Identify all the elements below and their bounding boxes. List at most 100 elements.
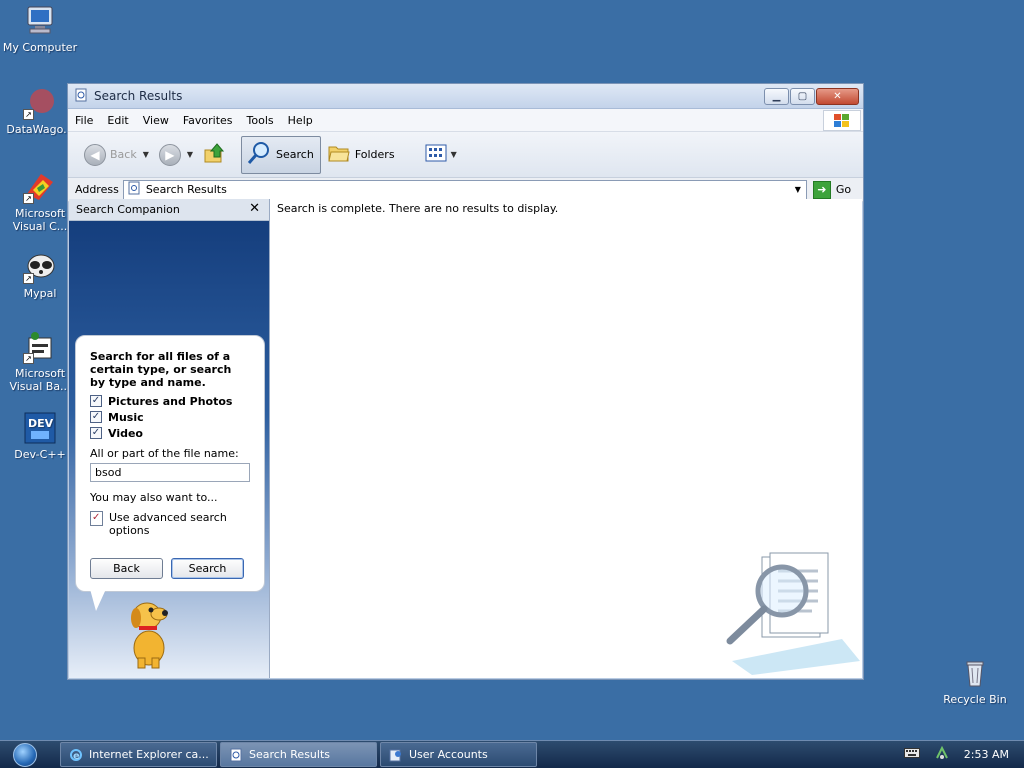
option-music-checkbox[interactable]: ✓ Music: [90, 409, 250, 425]
menu-favorites[interactable]: Favorites: [176, 114, 240, 127]
advanced-search-link[interactable]: Use advanced search options: [90, 511, 250, 537]
views-icon: [425, 144, 447, 165]
close-pane-icon[interactable]: ✕: [249, 201, 260, 216]
system-tray: 2:53 AM: [903, 745, 1024, 764]
address-dropdown-icon[interactable]: ▼: [790, 181, 806, 199]
mypal-raccoon-icon: ↗: [23, 250, 57, 284]
desktop-icon-label: Recycle Bin: [943, 693, 1007, 706]
desktop-icon-label: Microsoft Visual C...: [12, 207, 68, 233]
content-area: Search Companion ✕ Search for all files …: [69, 199, 862, 678]
start-orb-icon: [13, 742, 37, 767]
task-internet-explorer[interactable]: e Internet Explorer ca...: [60, 742, 217, 767]
task-user-accounts[interactable]: User Accounts: [380, 742, 537, 767]
go-button[interactable]: ➜ Go: [812, 180, 852, 199]
address-value: Search Results: [145, 183, 227, 196]
up-folder-icon: [203, 141, 227, 168]
search-illustration-icon: [722, 551, 862, 676]
search-companion-pane: Search Companion ✕ Search for all files …: [69, 199, 270, 678]
views-dropdown-icon: ▼: [450, 150, 457, 159]
desktop: My Computer ↗ DataWago... ↗ Microsoft Vi…: [0, 0, 1024, 740]
clock[interactable]: 2:53 AM: [964, 748, 1009, 761]
window-icon: [74, 88, 88, 105]
search-magnifier-icon: [246, 140, 272, 169]
search-dog-icon[interactable]: [121, 596, 177, 670]
desktop-icon-my-computer[interactable]: My Computer: [0, 4, 80, 54]
desktop-icon-label: DataWago...: [6, 123, 74, 136]
address-label: Address: [75, 183, 119, 196]
start-button[interactable]: [0, 741, 50, 768]
folders-icon: [327, 142, 351, 167]
back-dropdown-icon[interactable]: ▼: [143, 150, 149, 159]
search-toolbar-label: Search: [276, 148, 314, 161]
search-balloon: Search for all files of a certain type, …: [75, 335, 265, 611]
close-button[interactable]: ✕: [816, 87, 859, 105]
task-label: Internet Explorer ca...: [89, 748, 209, 761]
window-titlebar[interactable]: Search Results ▁ ▢ ✕: [68, 84, 863, 109]
address-field[interactable]: Search Results ▼: [122, 179, 807, 200]
visual-basic-icon: ↗: [23, 330, 57, 364]
minimize-button[interactable]: ▁: [764, 87, 789, 105]
shortcut-arrow-icon: ↗: [23, 273, 34, 284]
menu-edit[interactable]: Edit: [100, 114, 135, 127]
companion-search-button[interactable]: Search: [171, 558, 244, 579]
menu-bar: File Edit View Favorites Tools Help: [68, 109, 863, 132]
visual-cpp-icon: ↗: [23, 170, 57, 204]
user-accounts-icon: [389, 748, 403, 762]
up-folder-button[interactable]: [199, 136, 231, 174]
task-search-results[interactable]: Search Results: [220, 742, 377, 767]
search-companion-title: Search Companion: [76, 203, 180, 216]
menu-help[interactable]: Help: [281, 114, 320, 127]
also-want-text: You may also want to...: [90, 491, 218, 504]
option-label: Video: [108, 426, 143, 440]
keyboard-icon[interactable]: [903, 748, 920, 761]
search-companion-header: Search Companion ✕: [69, 199, 269, 221]
task-label: User Accounts: [409, 748, 488, 761]
desktop-icon-recycle-bin[interactable]: Recycle Bin: [935, 656, 1015, 706]
internet-explorer-icon: e: [69, 748, 83, 762]
folders-button[interactable]: Folders: [323, 136, 399, 174]
forward-arrow-icon: ▶: [158, 143, 181, 166]
back-label: Back: [110, 148, 137, 161]
folders-label: Folders: [354, 148, 395, 161]
network-icon[interactable]: [934, 745, 950, 764]
standard-toolbar: ◀ Back ▼ ▶ ▼ Search Folders ▼: [68, 132, 863, 178]
menu-tools[interactable]: Tools: [240, 114, 281, 127]
minimize-icon: ▁: [772, 90, 781, 102]
checkbox-checked-icon: ✓: [90, 427, 102, 439]
forward-dropdown-icon[interactable]: ▼: [187, 150, 193, 159]
search-results-window-icon: [229, 748, 243, 762]
desktop-icon-label: Mypal: [23, 287, 57, 300]
views-button[interactable]: ▼: [421, 136, 461, 174]
svg-text:e: e: [73, 751, 80, 762]
close-icon: ✕: [833, 90, 842, 102]
option-label: Music: [108, 410, 144, 424]
go-arrow-icon: ➜: [812, 180, 831, 199]
filename-input[interactable]: bsod: [90, 463, 250, 482]
advanced-search-label: Use advanced search options: [109, 511, 227, 537]
option-pictures-checkbox[interactable]: ✓ Pictures and Photos: [90, 393, 250, 409]
option-video-checkbox[interactable]: ✓ Video: [90, 425, 250, 441]
desktop-icon-label: Microsoft Visual Ba...: [9, 367, 71, 393]
results-pane: Search is complete. There are no results…: [270, 199, 862, 678]
companion-back-button[interactable]: Back: [90, 558, 163, 579]
maximize-button[interactable]: ▢: [790, 87, 815, 105]
shortcut-arrow-icon: ↗: [23, 353, 34, 364]
maximize-icon: ▢: [797, 90, 808, 102]
menu-view[interactable]: View: [136, 114, 176, 127]
menu-file[interactable]: File: [68, 114, 100, 127]
computer-icon: [23, 4, 57, 38]
desktop-icon-label: Dev-C++: [14, 448, 66, 461]
shortcut-arrow-icon: ↗: [23, 193, 34, 204]
back-arrow-icon: ◀: [84, 143, 106, 166]
go-label: Go: [835, 183, 852, 196]
forward-button[interactable]: ▶: [155, 136, 185, 174]
window-title: Search Results: [94, 89, 183, 103]
svg-text:DEV: DEV: [28, 417, 54, 430]
task-label: Search Results: [249, 748, 331, 761]
results-message: Search is complete. There are no results…: [277, 202, 559, 215]
checkbox-checked-icon: ✓: [90, 411, 102, 423]
shortcut-arrow-icon: ↗: [23, 109, 34, 120]
back-button[interactable]: ◀ Back: [80, 136, 141, 174]
desktop-icon-label: My Computer: [2, 41, 78, 54]
search-toolbar-button[interactable]: Search: [241, 135, 321, 174]
